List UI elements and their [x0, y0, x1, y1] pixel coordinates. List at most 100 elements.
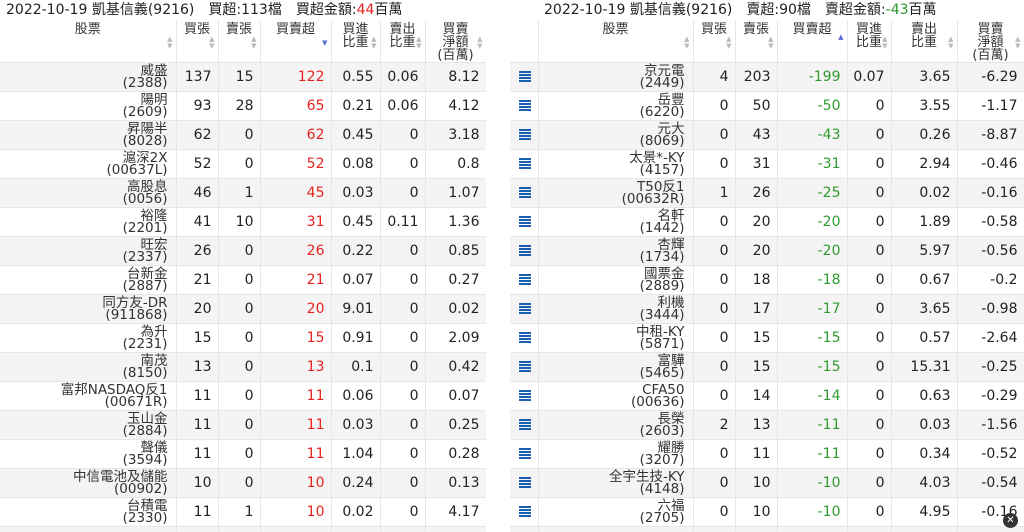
close-icon[interactable]: ✕	[1003, 513, 1018, 528]
table-row[interactable]: 中信關鍵半導體100100.1400.1	[0, 526, 486, 532]
row-detail-cell[interactable]	[510, 236, 539, 266]
list-icon[interactable]	[516, 187, 531, 199]
header-net-amount[interactable]: 買賣 淨額 (百萬) ▲ ▼	[425, 21, 486, 63]
table-row[interactable]: 昇陽半 (8028) 62 0 62 0.45 0 3.18	[0, 120, 486, 150]
row-detail-cell[interactable]	[510, 265, 539, 295]
list-icon[interactable]	[516, 158, 531, 170]
table-row[interactable]: 中租-KY (5871) 0 15 -15 0 0.57 -2.64	[510, 323, 1024, 353]
stock-name-cell[interactable]: 為升 (2231)	[0, 323, 177, 353]
row-detail-cell[interactable]	[510, 352, 539, 382]
row-detail-cell[interactable]	[510, 178, 539, 208]
table-row[interactable]: 同方友-DR (911868) 20 0 20 9.01 0 0.02	[0, 294, 486, 324]
stock-name-cell[interactable]: 台新金 (2887)	[0, 265, 177, 295]
stock-name-cell[interactable]: 同方友-DR (911868)	[0, 294, 177, 324]
table-row[interactable]: 杏輝 (1734) 0 20 -20 0 5.97 -0.56	[510, 236, 1024, 266]
list-icon[interactable]	[516, 506, 531, 518]
header-stock[interactable]: 股票 ▲ ▼	[538, 21, 694, 63]
stock-name-cell[interactable]: 元大 (8069)	[538, 120, 694, 150]
stock-name-cell[interactable]: 滬深2X (00637L)	[0, 149, 177, 179]
table-row[interactable]: 南茂 (8150) 13 0 13 0.1 0 0.42	[0, 352, 486, 382]
stock-name-cell[interactable]: 長榮 (2603)	[538, 410, 694, 440]
row-detail-cell[interactable]	[510, 294, 539, 324]
stock-name-cell[interactable]: 六福 (2705)	[538, 497, 694, 527]
table-row[interactable]: 長榮 (2603) 2 13 -11 0 0.03 -1.56	[510, 410, 1024, 440]
header-buy[interactable]: 買張 ▲ ▼	[693, 21, 736, 63]
table-row[interactable]: 國票金 (2889) 0 18 -18 0 0.67 -0.2	[510, 265, 1024, 295]
stock-name-cell[interactable]: 台泥	[538, 526, 694, 532]
stock-name-cell[interactable]: 名軒 (1442)	[538, 207, 694, 237]
header-net-amount[interactable]: 買賣 淨額 (百萬) ▲ ▼	[957, 21, 1024, 63]
table-row[interactable]: 耀勝 (3207) 0 11 -11 0 0.34 -0.52	[510, 439, 1024, 469]
table-row[interactable]: 台新金 (2887) 21 0 21 0.07 0 0.27	[0, 265, 486, 295]
table-row[interactable]: 玉山金 (2884) 11 0 11 0.03 0 0.25	[0, 410, 486, 440]
header-sell-ratio[interactable]: 賣出 比重 ▲ ▼	[380, 21, 426, 63]
list-icon[interactable]	[516, 71, 531, 83]
list-icon[interactable]	[516, 216, 531, 228]
row-detail-cell[interactable]	[510, 497, 539, 527]
row-detail-cell[interactable]	[510, 381, 539, 411]
table-row[interactable]: 台積電 (2330) 11 1 10 0.02 0 4.17	[0, 497, 486, 527]
table-row[interactable]: 富驊 (5465) 0 15 -15 0 15.31 -0.25	[510, 352, 1024, 382]
table-row[interactable]: 滬深2X (00637L) 52 0 52 0.08 0 0.8	[0, 149, 486, 179]
table-row[interactable]: 為升 (2231) 15 0 15 0.91 0 2.09	[0, 323, 486, 353]
table-row[interactable]: CFA50 (00636) 0 14 -14 0 0.63 -0.29	[510, 381, 1024, 411]
header-buy[interactable]: 買張 ▲ ▼	[176, 21, 219, 63]
list-icon[interactable]	[516, 390, 531, 402]
table-row[interactable]: 裕隆 (2201) 41 10 31 0.45 0.11 1.36	[0, 207, 486, 237]
stock-name-cell[interactable]: 京元電 (2449)	[538, 62, 694, 92]
stock-name-cell[interactable]: 旺宏 (2337)	[0, 236, 177, 266]
header-net[interactable]: 買賣超 ▼	[260, 21, 332, 63]
row-detail-cell[interactable]	[510, 323, 539, 353]
stock-name-cell[interactable]: 聲儀 (3594)	[0, 439, 177, 469]
stock-name-cell[interactable]: 陽明 (2609)	[0, 91, 177, 121]
row-detail-cell[interactable]	[510, 207, 539, 237]
header-net[interactable]: 買賣超 ▲	[777, 21, 848, 63]
table-row[interactable]: 全宇生技-KY (4148) 0 10 -10 0 4.03 -0.54	[510, 468, 1024, 498]
table-row[interactable]: 富邦NASDAQ反1 (00671R) 11 0 11 0.06 0 0.07	[0, 381, 486, 411]
stock-name-cell[interactable]: 威盛 (2388)	[0, 62, 177, 92]
header-buy-ratio[interactable]: 買進 比重 ▲ ▼	[331, 21, 381, 63]
table-row[interactable]: T50反1 (00632R) 1 26 -25 0 0.02 -0.16	[510, 178, 1024, 208]
row-detail-cell[interactable]	[510, 468, 539, 498]
header-sell[interactable]: 賣張 ▲ ▼	[735, 21, 778, 63]
stock-name-cell[interactable]: 中租-KY (5871)	[538, 323, 694, 353]
list-icon[interactable]	[516, 100, 531, 112]
list-icon[interactable]	[516, 245, 531, 257]
table-row[interactable]: 中信電池及儲能 (00902) 10 0 10 0.24 0 0.13	[0, 468, 486, 498]
table-row[interactable]: 利機 (3444) 0 17 -17 0 3.65 -0.98	[510, 294, 1024, 324]
table-row[interactable]: 威盛 (2388) 137 15 122 0.55 0.06 8.12	[0, 62, 486, 92]
list-icon[interactable]	[516, 332, 531, 344]
header-sell-ratio[interactable]: 賣出 比重 ▲ ▼	[891, 21, 958, 63]
table-row[interactable]: 名軒 (1442) 0 20 -20 0 1.89 -0.58	[510, 207, 1024, 237]
row-detail-cell[interactable]	[510, 120, 539, 150]
row-detail-cell[interactable]	[510, 91, 539, 121]
stock-name-cell[interactable]: 玉山金 (2884)	[0, 410, 177, 440]
table-row[interactable]: 高股息 (0056) 46 1 45 0.03 0 1.07	[0, 178, 486, 208]
stock-name-cell[interactable]: 高股息 (0056)	[0, 178, 177, 208]
row-detail-cell[interactable]	[510, 439, 539, 469]
stock-name-cell[interactable]: 中信電池及儲能 (00902)	[0, 468, 177, 498]
table-row[interactable]: 元大 (8069) 0 43 -43 0 0.26 -8.87	[510, 120, 1024, 150]
stock-name-cell[interactable]: 岳豐 (6220)	[538, 91, 694, 121]
table-row[interactable]: 陽明 (2609) 93 28 65 0.21 0.06 4.12	[0, 91, 486, 121]
stock-name-cell[interactable]: 昇陽半 (8028)	[0, 120, 177, 150]
stock-name-cell[interactable]: 台積電 (2330)	[0, 497, 177, 527]
row-detail-cell[interactable]	[510, 149, 539, 179]
title-broker[interactable]: 凱基信義(9216)	[92, 2, 195, 18]
stock-name-cell[interactable]: 國票金 (2889)	[538, 265, 694, 295]
stock-name-cell[interactable]: 利機 (3444)	[538, 294, 694, 324]
header-sell[interactable]: 賣張 ▲ ▼	[218, 21, 261, 63]
stock-name-cell[interactable]: 南茂 (8150)	[0, 352, 177, 382]
table-row[interactable]: 旺宏 (2337) 26 0 26 0.22 0 0.85	[0, 236, 486, 266]
row-detail-cell[interactable]	[510, 410, 539, 440]
stock-name-cell[interactable]: 全宇生技-KY (4148)	[538, 468, 694, 498]
list-icon[interactable]	[516, 477, 531, 489]
table-row[interactable]: 台泥211-90.010.03-0.	[510, 526, 1024, 532]
table-row[interactable]: 岳豐 (6220) 0 50 -50 0 3.55 -1.17	[510, 91, 1024, 121]
stock-name-cell[interactable]: 耀勝 (3207)	[538, 439, 694, 469]
table-row[interactable]: 京元電 (2449) 4 203 -199 0.07 3.65 -6.29	[510, 62, 1024, 92]
row-detail-cell[interactable]	[510, 62, 539, 92]
table-row[interactable]: 六福 (2705) 0 10 -10 0 4.95 -0.16	[510, 497, 1024, 527]
stock-name-cell[interactable]: 富邦NASDAQ反1 (00671R)	[0, 381, 177, 411]
list-icon[interactable]	[516, 274, 531, 286]
